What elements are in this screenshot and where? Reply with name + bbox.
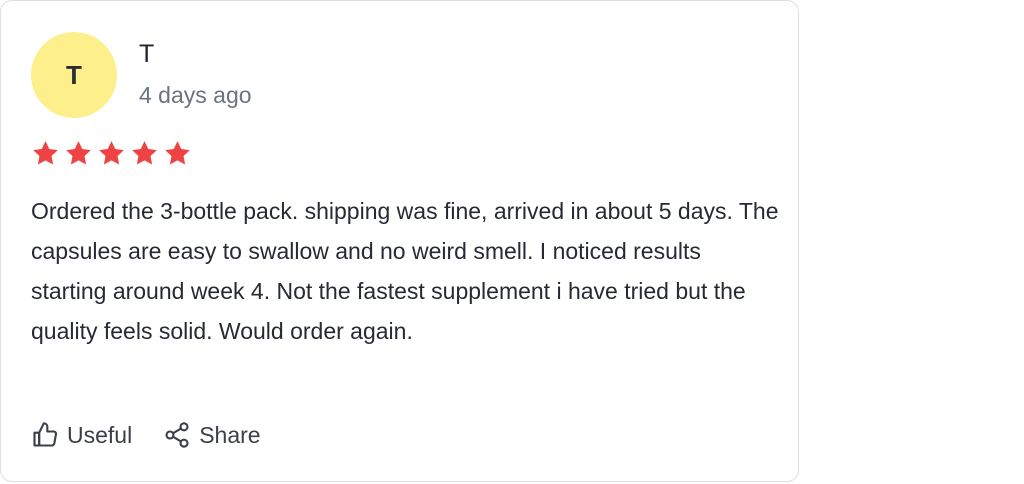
review-actions: Useful Share xyxy=(31,421,292,449)
star-rating xyxy=(31,139,192,168)
star-icon xyxy=(66,141,91,165)
thumbs-up-icon xyxy=(33,422,58,447)
share-icon xyxy=(165,422,189,448)
review-card: T T 4 days ago Ordered the 3-bottle pack… xyxy=(0,0,799,482)
share-label: Share xyxy=(199,421,261,448)
star-icon xyxy=(132,141,157,165)
useful-button[interactable]: Useful xyxy=(31,421,132,449)
star-icon xyxy=(99,141,124,165)
review-date: 4 days ago xyxy=(139,82,252,108)
share-button[interactable]: Share xyxy=(163,421,261,449)
star-icon xyxy=(165,141,190,165)
author-name: T xyxy=(139,40,155,68)
avatar-initial: T xyxy=(66,59,82,90)
star-icon xyxy=(33,141,58,165)
review-text: Ordered the 3-bottle pack. shipping was … xyxy=(31,198,779,344)
useful-label: Useful xyxy=(67,421,133,448)
avatar: T xyxy=(31,32,117,118)
